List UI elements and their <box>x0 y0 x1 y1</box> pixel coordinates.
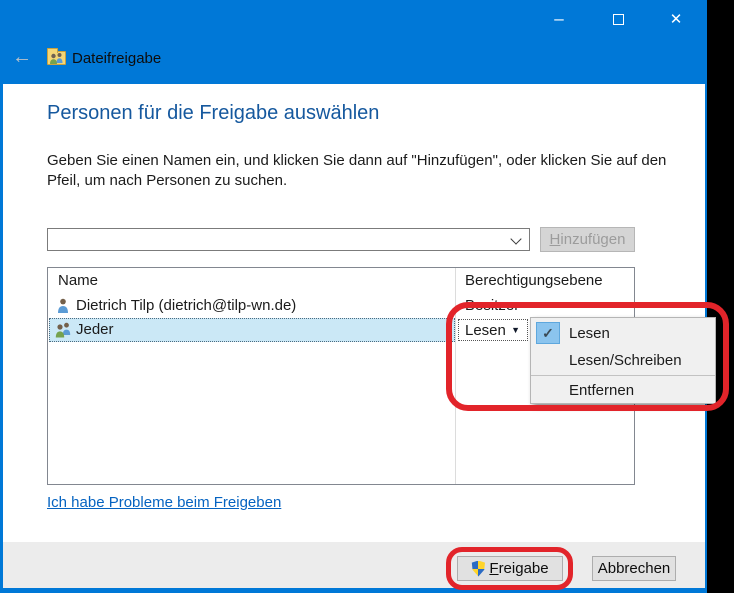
add-button[interactable]: Hinzufügen <box>540 227 635 252</box>
instructions-text: Geben Sie einen Namen ein, und klicken S… <box>47 151 679 191</box>
maximize-button[interactable] <box>604 5 632 33</box>
group-icon <box>54 321 72 338</box>
file-sharing-window: – ✕ ← Dateifreigabe Personen für die Fre… <box>0 0 707 593</box>
window-border-left <box>0 0 3 593</box>
person-icon <box>54 297 72 314</box>
menu-item-lesen-schreiben[interactable]: Lesen/Schreiben <box>531 347 715 374</box>
column-header-name[interactable]: Name <box>58 272 98 289</box>
person-name-input[interactable] <box>50 230 500 249</box>
permission-level: Besitzer <box>465 297 519 314</box>
person-name: Jeder <box>76 321 114 338</box>
checkmark-icon: ✓ <box>536 322 560 344</box>
permission-dropdown[interactable]: Lesen ▼ <box>458 319 528 341</box>
shared-people-icon <box>49 52 64 64</box>
file-sharing-icon <box>47 47 67 66</box>
uac-shield-icon <box>471 561 485 577</box>
share-button-label: Freigabe <box>489 560 548 577</box>
cancel-button-label: Abbrechen <box>598 560 671 577</box>
chevron-down-icon[interactable] <box>510 233 521 244</box>
column-header-permission[interactable]: Berechtigungsebene <box>465 272 603 289</box>
sharing-problems-link[interactable]: Ich habe Probleme beim Freigeben <box>47 494 281 511</box>
close-button[interactable]: ✕ <box>662 5 690 33</box>
window-title: Dateifreigabe <box>72 50 161 67</box>
menu-item-entfernen[interactable]: Entfernen <box>531 377 715 404</box>
back-button[interactable]: ← <box>9 44 35 70</box>
person-name: Dietrich Tilp (dietrich@tilp-wn.de) <box>76 297 296 314</box>
window-border-right <box>705 0 707 593</box>
minimize-icon: – <box>554 9 563 29</box>
titlebar <box>0 0 707 84</box>
screenshot-stage: – ✕ ← Dateifreigabe Personen für die Fre… <box>0 0 734 593</box>
footer-bar: Freigabe Abbrechen <box>3 542 705 588</box>
back-arrow-icon: ← <box>12 46 32 69</box>
menu-item-lesen[interactable]: ✓ Lesen <box>531 320 715 347</box>
dropdown-arrow-icon: ▼ <box>511 325 520 335</box>
window-border-bottom <box>0 588 707 593</box>
minimize-button[interactable]: – <box>545 5 573 33</box>
menu-separator <box>531 375 715 376</box>
page-title: Personen für die Freigabe auswählen <box>47 102 379 125</box>
close-icon: ✕ <box>670 10 683 28</box>
permission-menu: ✓ Lesen Lesen/Schreiben Entfernen <box>530 317 716 404</box>
person-combobox[interactable] <box>47 228 530 251</box>
permission-value: Lesen <box>465 322 506 339</box>
list-row-owner[interactable]: Dietrich Tilp (dietrich@tilp-wn.de) Besi… <box>48 294 634 318</box>
add-button-label: Hinzufügen <box>550 231 626 248</box>
cancel-button[interactable]: Abbrechen <box>592 556 676 581</box>
maximize-icon <box>613 14 624 25</box>
share-button[interactable]: Freigabe <box>457 556 563 581</box>
